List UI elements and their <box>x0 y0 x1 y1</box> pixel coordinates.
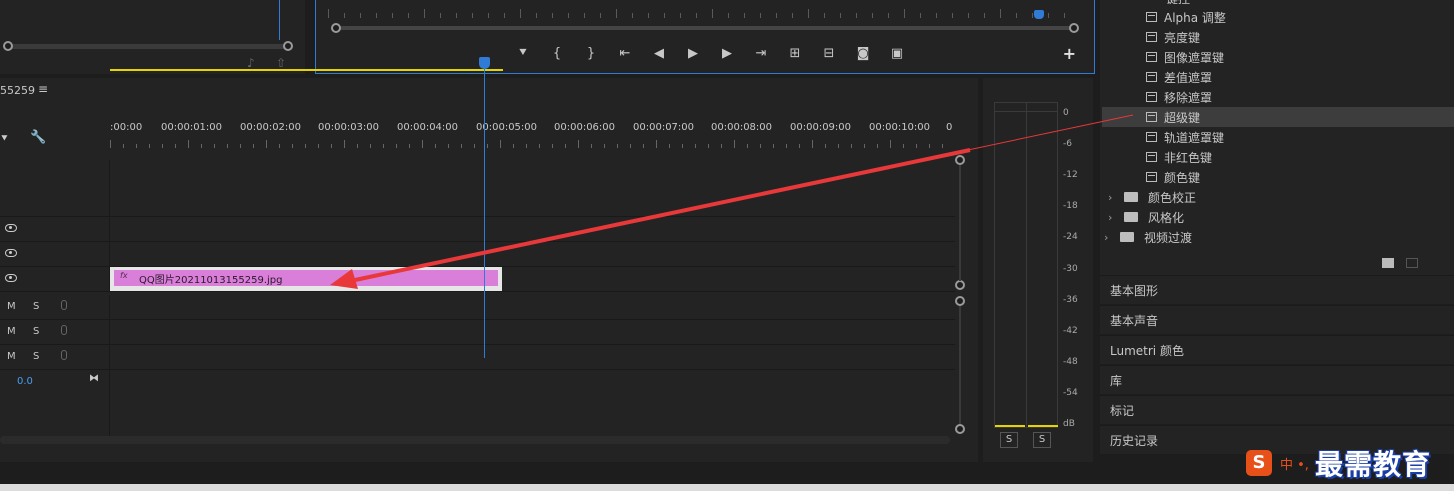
watermark-text: 最需教育 <box>1314 448 1431 481</box>
annotation-arrow <box>330 114 1134 289</box>
arrow-head <box>330 269 358 289</box>
arrow-shaft <box>354 148 971 282</box>
ime-badge-icon: S <box>1246 450 1272 476</box>
watermark: S 中 •, 最需教育 <box>1246 442 1431 484</box>
status-bar <box>0 484 1454 491</box>
ime-status: 中 •, <box>1280 457 1309 473</box>
